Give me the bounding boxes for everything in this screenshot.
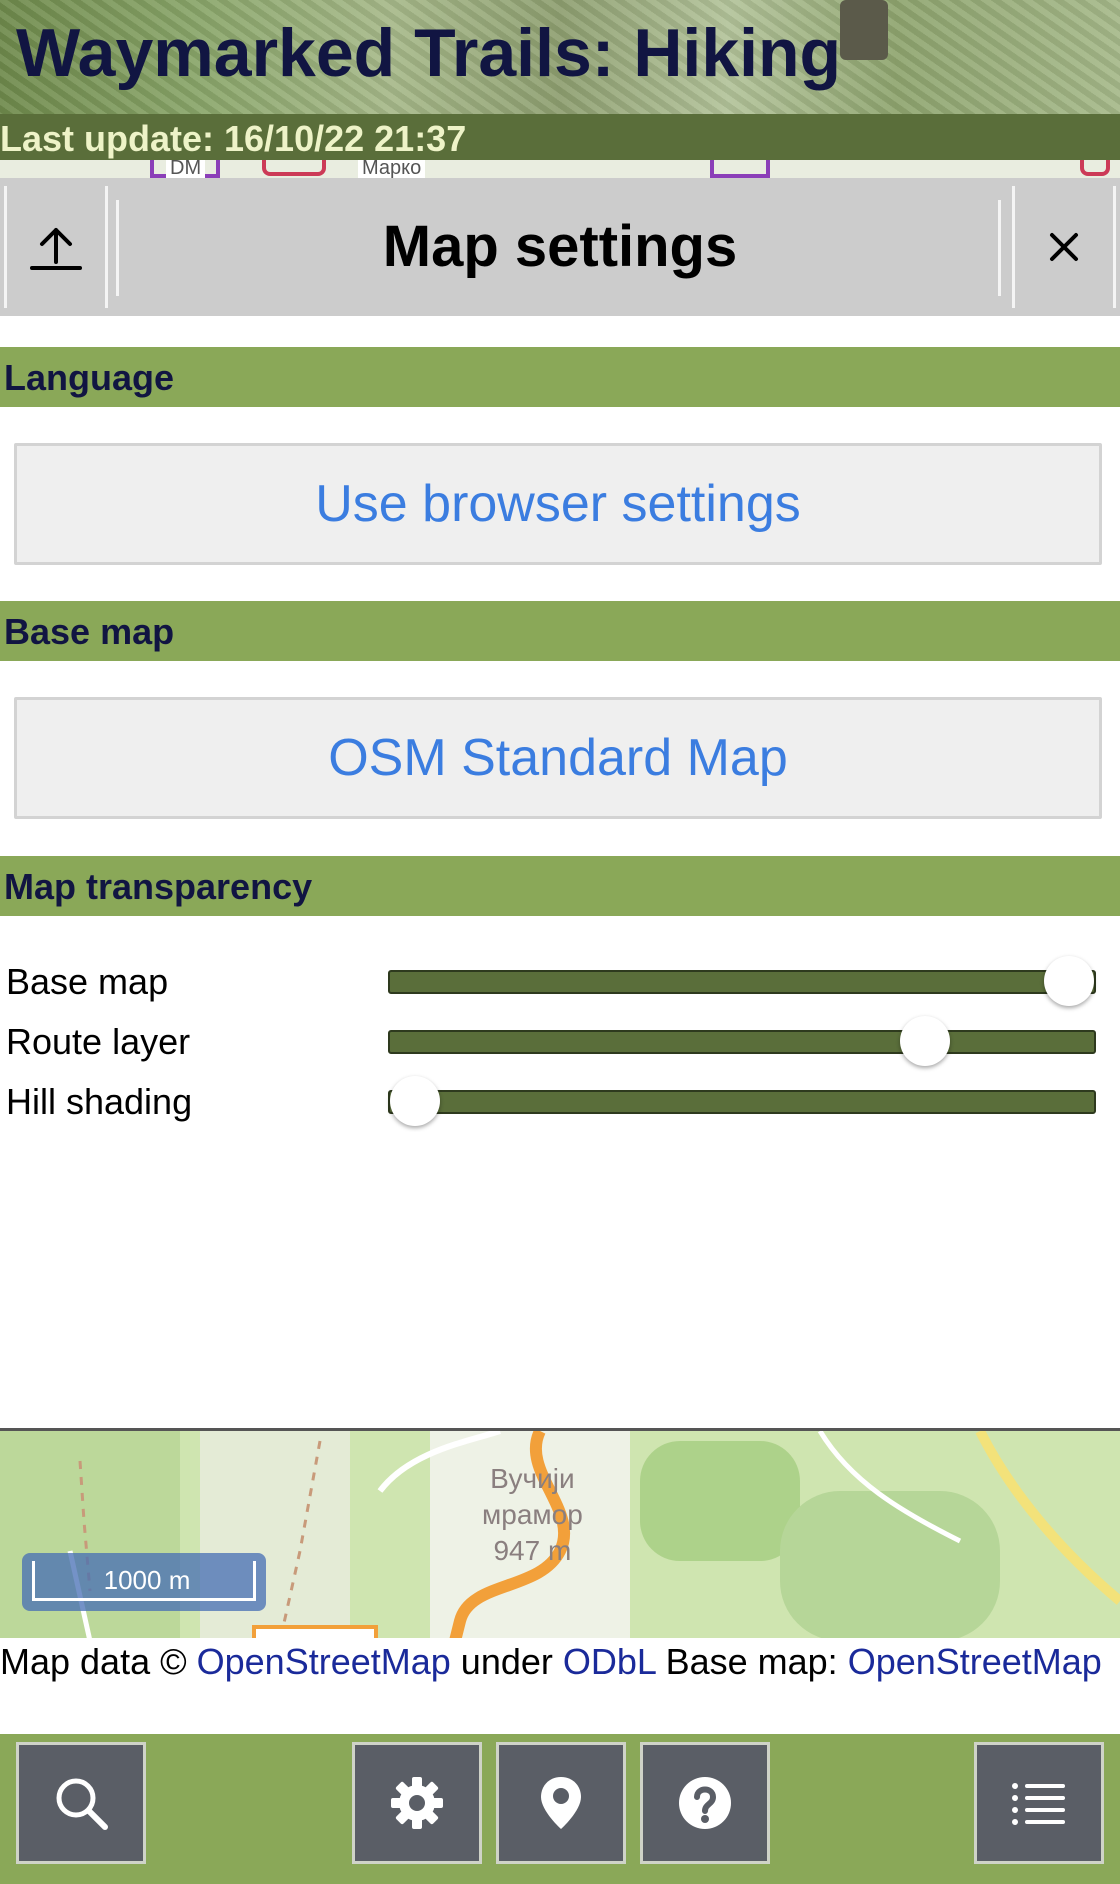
last-update-text: Last update: 16/10/22 21:37 <box>0 118 467 159</box>
slider-thumb[interactable] <box>1044 956 1094 1006</box>
hill-shading-transparency-slider[interactable] <box>388 1076 1096 1126</box>
route-list-button[interactable] <box>974 1742 1104 1864</box>
scale-bar-frame: 1000 m <box>32 1561 256 1601</box>
panel-divider <box>116 200 119 296</box>
close-icon <box>1050 233 1078 261</box>
app-header: DM Марко Waymarked Trails: Hiking Last u… <box>0 0 1120 178</box>
map-marker <box>252 1625 378 1638</box>
map-route-segment <box>262 158 326 176</box>
base-map-openstreetmap-link[interactable]: OpenStreetMap <box>848 1641 1102 1682</box>
map-attribution: Map data © OpenStreetMap under ODbL Base… <box>0 1638 1120 1734</box>
slider-label-base-map: Base map <box>6 961 169 1002</box>
header-map-strip: DM Марко <box>0 158 1120 178</box>
attribution-text: Map data © <box>0 1641 197 1682</box>
peak-name-line: мрамор <box>482 1499 583 1530</box>
scale-label: 1000 m <box>103 1565 191 1595</box>
section-heading-base-map: Base map <box>0 601 1120 661</box>
route-layer-transparency-slider[interactable] <box>388 1016 1096 1066</box>
base-map-select-button[interactable]: OSM Standard Map <box>14 697 1102 819</box>
help-button[interactable] <box>640 1742 770 1864</box>
upload-icon <box>30 228 82 270</box>
section-heading-map-transparency: Map transparency <box>0 856 1120 916</box>
bottom-toolbar <box>0 1734 1120 1884</box>
map-label: Марко <box>358 158 426 178</box>
attribution-text: under <box>450 1641 563 1682</box>
section-heading-text: Language <box>4 357 175 398</box>
location-button[interactable] <box>496 1742 626 1864</box>
map-peak-label: Вучији мрамор 947 m <box>482 1461 583 1569</box>
openstreetmap-link[interactable]: OpenStreetMap <box>197 1641 451 1682</box>
collapse-panel-button[interactable] <box>4 186 108 308</box>
map-label: DM <box>166 158 206 178</box>
help-icon <box>679 1777 731 1829</box>
section-heading-language: Language <box>0 347 1120 407</box>
slider-label-route-layer: Route layer <box>6 1021 191 1062</box>
panel-empty-area <box>0 1132 1120 1427</box>
location-pin-icon <box>541 1777 581 1829</box>
list-icon <box>1012 1783 1065 1825</box>
peak-elevation: 947 m <box>493 1535 572 1566</box>
search-button[interactable] <box>16 1742 146 1864</box>
peak-name-line: Вучији <box>490 1463 575 1494</box>
base-map-transparency-slider[interactable] <box>388 956 1096 1006</box>
odbl-link[interactable]: ODbL <box>563 1641 656 1682</box>
map-route-segment <box>1080 158 1110 176</box>
gear-icon <box>391 1777 443 1829</box>
attribution-text: Base map: <box>655 1641 848 1682</box>
panel-title: Map settings <box>382 214 738 279</box>
section-heading-text: Map transparency <box>4 866 313 907</box>
header-photo-tree-trunk <box>840 0 888 60</box>
section-heading-text: Base map <box>4 611 175 652</box>
language-select-button[interactable]: Use browser settings <box>14 443 1102 565</box>
slider-thumb[interactable] <box>390 1076 440 1126</box>
app-title[interactable]: Waymarked Trails: Hiking <box>16 14 841 92</box>
slider-label-hill-shading: Hill shading <box>6 1081 193 1122</box>
map-view[interactable]: Вучији мрамор 947 m 1000 m <box>0 1428 1120 1638</box>
map-scale-bar: 1000 m <box>22 1553 266 1611</box>
close-panel-button[interactable] <box>1012 186 1116 308</box>
map-route-segment <box>710 158 770 178</box>
settings-button[interactable] <box>352 1742 482 1864</box>
search-icon <box>56 1778 108 1830</box>
slider-thumb[interactable] <box>900 1016 951 1066</box>
